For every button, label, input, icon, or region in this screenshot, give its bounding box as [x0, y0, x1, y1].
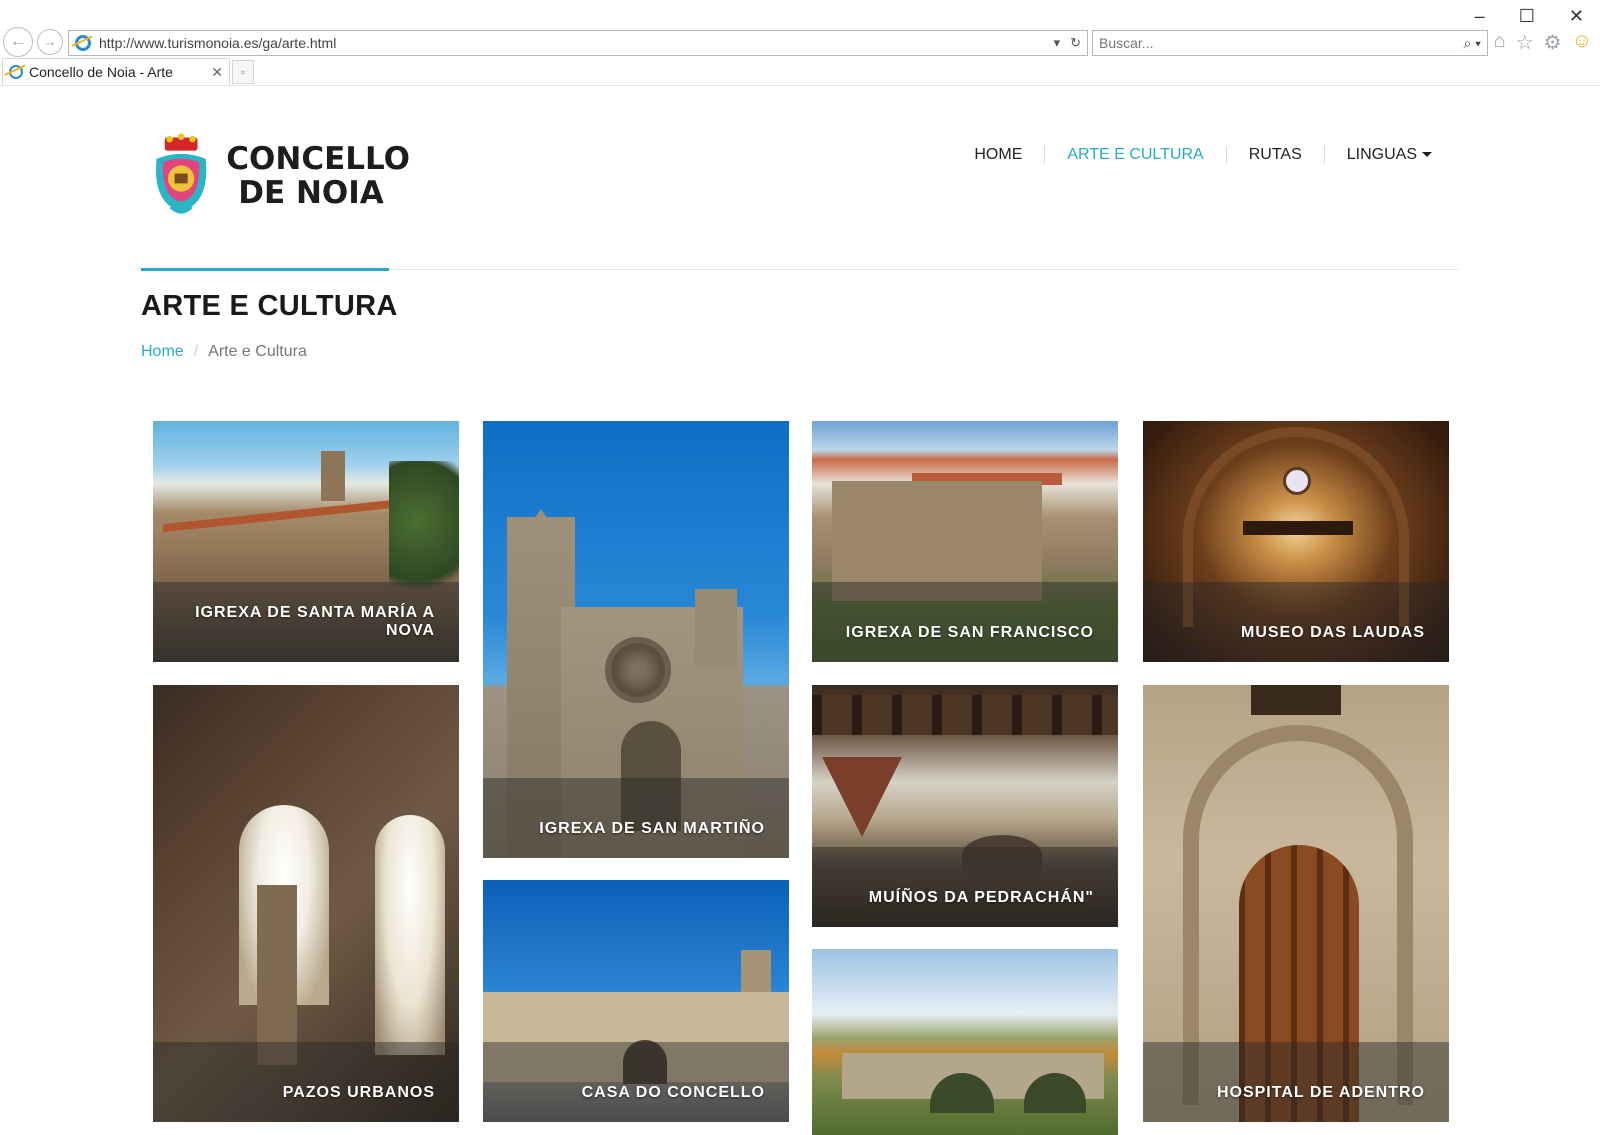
gallery-tile-pazos-urbanos[interactable]: PAZOS URBANOS	[153, 685, 459, 1122]
gallery-tile-bridge[interactable]	[812, 949, 1118, 1135]
window-controls: – ☐ ✕	[1475, 6, 1584, 27]
tile-caption: MUSEO DAS LAUDAS	[1143, 582, 1449, 662]
gallery-tile-san-martino[interactable]: IGREXA DE SAN MARTIÑO	[483, 421, 789, 858]
breadcrumb-current: Arte e Cultura	[208, 343, 307, 360]
feedback-smiley-icon[interactable]: ☺	[1572, 30, 1592, 55]
tab-title: Concello de Noia - Arte	[29, 64, 173, 80]
url-text[interactable]: http://www.turismonoia.es/ga/arte.html	[99, 35, 1054, 51]
tab-close-icon[interactable]: ✕	[211, 64, 223, 81]
tile-caption: PAZOS URBANOS	[153, 1042, 459, 1122]
settings-gear-icon[interactable]: ⚙	[1544, 30, 1562, 55]
nav-home[interactable]: HOME	[952, 146, 1046, 164]
close-icon[interactable]: ✕	[1569, 6, 1584, 27]
gallery-tile-san-francisco[interactable]: IGREXA DE SAN FRANCISCO	[812, 421, 1118, 662]
minimize-icon[interactable]: –	[1475, 6, 1485, 27]
header-divider-accent	[141, 268, 389, 271]
home-icon[interactable]: ⌂	[1494, 30, 1506, 55]
refresh-icon[interactable]: ↻	[1070, 35, 1081, 51]
gallery-tile-muinos-da-pedrachan[interactable]: MUÍÑOS DA PEDRACHÁN"	[812, 685, 1118, 927]
tile-caption: HOSPITAL DE ADENTRO	[1143, 1042, 1449, 1122]
main-navigation: HOME ARTE E CULTURA RUTAS LINGUAS	[952, 146, 1432, 164]
gallery-tile-santa-maria-a-nova[interactable]: IGREXA DE SANTA MARÍA A NOVA	[153, 421, 459, 662]
tile-caption: MUÍÑOS DA PEDRACHÁN"	[812, 847, 1118, 927]
gallery-tile-museo-das-laudas[interactable]: MUSEO DAS LAUDAS	[1143, 421, 1449, 662]
ie-logo-icon	[75, 35, 91, 51]
tile-caption: IGREXA DE SAN FRANCISCO	[812, 582, 1118, 662]
tile-caption: CASA DO CONCELLO	[483, 1042, 789, 1122]
breadcrumb: Home / Arte e Cultura	[141, 343, 307, 361]
site-logo[interactable]: CONCELLO DE NOIA	[150, 124, 410, 228]
dropdown-arrow-icon[interactable]: ▾	[1054, 35, 1061, 51]
gallery-tile-hospital-de-adentro[interactable]: HOSPITAL DE ADENTRO	[1143, 685, 1449, 1122]
caret-down-icon	[1422, 152, 1432, 158]
browser-chrome: ← → http://www.turismonoia.es/ga/arte.ht…	[0, 0, 1600, 86]
search-input[interactable]	[1099, 35, 1464, 51]
search-box[interactable]: ⌕ ▾	[1092, 30, 1488, 56]
new-tab-icon[interactable]: ▫	[232, 60, 254, 84]
forward-arrow-icon[interactable]: →	[37, 29, 63, 55]
tile-caption: IGREXA DE SAN MARTIÑO	[483, 778, 789, 858]
nav-linguas-dropdown[interactable]: LINGUAS	[1325, 146, 1432, 164]
address-bar[interactable]: http://www.turismonoia.es/ga/arte.html ▾…	[68, 30, 1088, 56]
coat-of-arms-icon	[155, 133, 207, 214]
nav-linguas-label: LINGUAS	[1346, 146, 1417, 163]
back-arrow-icon[interactable]: ←	[3, 27, 33, 57]
nav-rutas[interactable]: RUTAS	[1227, 146, 1325, 164]
browser-toolbar: ⌂ ☆ ⚙ ☺	[1494, 30, 1592, 55]
gallery-tile-casa-do-concello[interactable]: CASA DO CONCELLO	[483, 880, 789, 1122]
nav-arte-e-cultura[interactable]: ARTE E CULTURA	[1045, 146, 1227, 164]
search-icon[interactable]: ⌕ ▾	[1463, 35, 1481, 52]
tab-favicon-icon	[9, 65, 23, 79]
maximize-icon[interactable]: ☐	[1519, 6, 1535, 27]
browser-tab[interactable]: Concello de Noia - Arte ✕	[2, 58, 230, 85]
breadcrumb-separator: /	[193, 343, 199, 360]
breadcrumb-home-link[interactable]: Home	[141, 343, 184, 361]
favorites-star-icon[interactable]: ☆	[1516, 30, 1534, 55]
logo-text: CONCELLO DE NOIA	[226, 141, 410, 211]
page-title: ARTE E CULTURA	[141, 290, 398, 322]
tile-caption: IGREXA DE SANTA MARÍA A NOVA	[153, 582, 459, 662]
